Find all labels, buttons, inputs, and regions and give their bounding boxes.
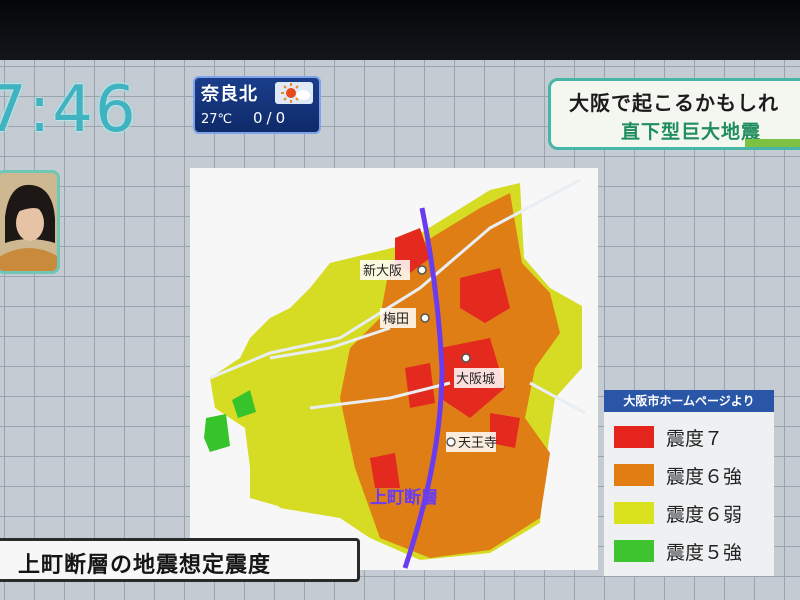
legend-item-7: 震度７ [614, 422, 774, 452]
headline-line-2: 直下型巨大地震 [621, 121, 762, 143]
legend-swatch [614, 426, 654, 448]
place-label-umeda: 梅田 [383, 312, 409, 327]
place-label-osaka-castle: 大阪城 [456, 372, 495, 387]
sun-icon [275, 82, 313, 104]
legend-source: 大阪市ホームページより [604, 390, 774, 412]
legend-swatch [614, 540, 654, 562]
caption-text: 上町断層の地震想定震度 [18, 553, 272, 578]
tv-bezel [0, 0, 800, 60]
weather-widget: 奈良北 27℃ 0/0 [193, 76, 321, 134]
place-marker-tennoji: 天王寺 [446, 432, 497, 452]
caption-bar: 上町断層の地震想定震度 [0, 538, 360, 582]
legend-label: 震度６強 [666, 466, 743, 488]
weather-temperature: 27℃ [201, 112, 233, 127]
legend-swatch [614, 502, 654, 524]
legend-label: 震度６弱 [666, 504, 743, 526]
legend-label: 震度７ [666, 428, 724, 450]
place-label-tennoji: 天王寺 [458, 436, 497, 451]
headline-banner: 大阪で起こるかもしれ 直下型巨大地震 [548, 78, 800, 150]
osaka-seismic-map: 新大阪 梅田 大阪城 天王寺 上町断層 [190, 168, 598, 570]
legend-item-6-upper: 震度６強 [614, 460, 774, 490]
legend-item-6-lower: 震度６弱 [614, 498, 774, 528]
legend-swatch [614, 464, 654, 486]
intensity-legend: 大阪市ホームページより 震度７ 震度６強 震度６弱 震度５強 [604, 390, 774, 576]
weather-precipitation: 0/0 [253, 109, 290, 127]
weather-city: 奈良北 [201, 84, 258, 105]
headline-line-1: 大阪で起こるかもしれ [569, 91, 779, 115]
legend-label: 震度５強 [666, 542, 743, 564]
headline-accent-stripe [745, 139, 800, 147]
legend-item-5-upper: 震度５強 [614, 536, 774, 566]
fault-label: 上町断層 [370, 487, 438, 508]
clock-display: 7:46 [0, 73, 138, 147]
presenter-thumbnail [0, 170, 60, 274]
place-label-shin-osaka: 新大阪 [363, 263, 402, 279]
